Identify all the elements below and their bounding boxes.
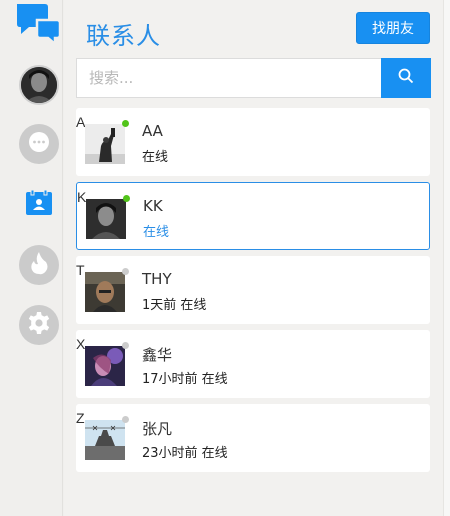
index-letter: X bbox=[76, 336, 86, 352]
contacts-card-icon bbox=[24, 188, 54, 222]
contact-status: 在线 bbox=[142, 150, 169, 165]
contact-item[interactable]: X 鑫华 17小时前 在线 bbox=[76, 330, 430, 398]
settings-button[interactable] bbox=[19, 305, 59, 345]
offline-status-dot bbox=[122, 268, 129, 275]
gear-icon bbox=[27, 311, 51, 339]
index-letter: K bbox=[77, 189, 87, 205]
contact-item[interactable]: A AA 在线 bbox=[76, 108, 430, 176]
contact-name: AA bbox=[142, 122, 163, 140]
contact-status: 在线 bbox=[143, 225, 170, 240]
discover-button[interactable] bbox=[19, 245, 59, 285]
search-icon bbox=[398, 68, 414, 88]
online-status-dot bbox=[123, 195, 130, 202]
contact-avatar bbox=[86, 199, 126, 239]
sidebar bbox=[0, 0, 63, 516]
contacts-button[interactable] bbox=[19, 185, 59, 225]
find-friends-button[interactable]: 找朋友 bbox=[356, 12, 430, 44]
contact-item[interactable]: Z 张凡 23小时前 在线 bbox=[76, 404, 430, 472]
contact-name: KK bbox=[143, 197, 163, 215]
contact-name: 张凡 bbox=[142, 420, 173, 438]
contact-avatar bbox=[85, 420, 125, 460]
contact-status: 17小时前 在线 bbox=[142, 372, 228, 387]
chat-dots-icon bbox=[28, 131, 50, 157]
online-status-dot bbox=[122, 120, 129, 127]
user-avatar[interactable] bbox=[19, 65, 59, 105]
search-input[interactable] bbox=[77, 59, 377, 97]
scrollbar-track[interactable] bbox=[443, 0, 450, 516]
contact-list: A AA 在线 K KK 在线 T THY 1天前 在线 X 鑫华 17小时前 … bbox=[76, 108, 430, 478]
chat-bubbles-icon[interactable] bbox=[15, 2, 63, 47]
contact-avatar bbox=[85, 346, 125, 386]
offline-status-dot bbox=[122, 342, 129, 349]
search-bar bbox=[76, 58, 431, 98]
index-letter: T bbox=[76, 262, 85, 278]
contact-avatar bbox=[85, 272, 125, 312]
contact-status: 1天前 在线 bbox=[142, 298, 207, 313]
contacts-panel: 联系人 找朋友 A bbox=[64, 0, 443, 516]
contact-name: 鑫华 bbox=[142, 346, 173, 364]
flame-icon bbox=[29, 251, 49, 279]
index-letter: A bbox=[76, 114, 86, 130]
contact-name: THY bbox=[142, 270, 172, 288]
contact-item[interactable]: T THY 1天前 在线 bbox=[76, 256, 430, 324]
page-title: 联系人 bbox=[86, 22, 161, 50]
messages-button[interactable] bbox=[19, 124, 59, 164]
contact-avatar bbox=[85, 124, 125, 164]
contact-status: 23小时前 在线 bbox=[142, 446, 228, 461]
search-button[interactable] bbox=[381, 58, 431, 98]
index-letter: Z bbox=[76, 410, 85, 426]
offline-status-dot bbox=[122, 416, 129, 423]
contact-item-selected[interactable]: K KK 在线 bbox=[76, 182, 430, 250]
